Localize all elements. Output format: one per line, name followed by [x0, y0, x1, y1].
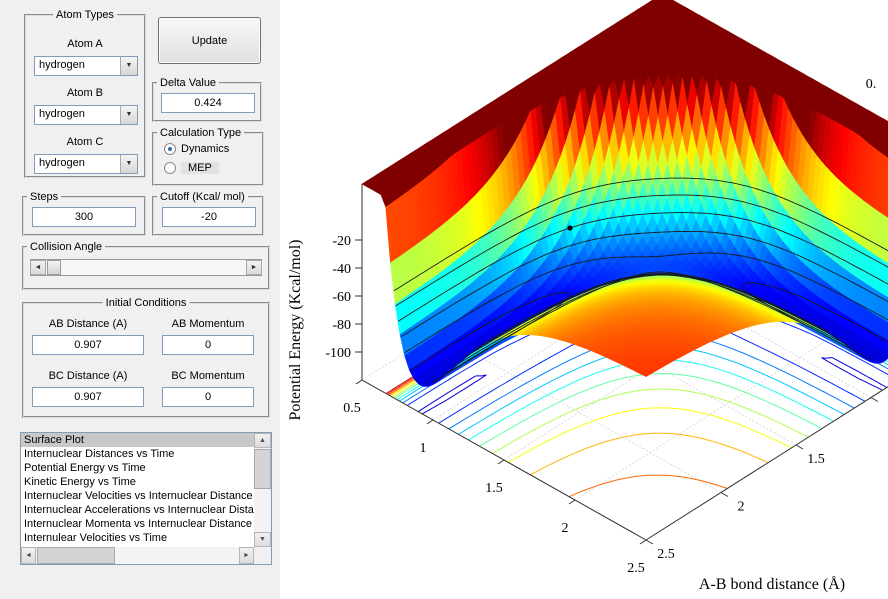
- atom-a-dropdown-arrow-icon[interactable]: ▼: [120, 57, 137, 75]
- ab-distance-label: AB Distance (A): [32, 318, 144, 330]
- list-item[interactable]: Internuclear Distances vs Time: [21, 447, 254, 461]
- svg-text:A-B bond distance (Å): A-B bond distance (Å): [699, 575, 845, 593]
- scroll-right-icon[interactable]: ►: [239, 547, 254, 564]
- svg-text:-40: -40: [332, 262, 351, 277]
- atom-a-select[interactable]: hydrogen ▼: [34, 56, 138, 76]
- mep-radio-label: MEP: [181, 162, 219, 174]
- list-item[interactable]: Internuclear Velocities vs Internuclear …: [21, 489, 254, 503]
- initial-conditions-title: Initial Conditions: [103, 297, 190, 309]
- collision-angle-slider[interactable]: ◄ ►: [30, 259, 262, 276]
- mep-radio[interactable]: MEP: [164, 162, 219, 174]
- atom-types-panel: Atom Types Atom A hydrogen ▼ Atom B hydr…: [24, 14, 146, 178]
- vertical-scrollbar[interactable]: ▲ ▼: [254, 433, 271, 547]
- plot-type-list: Surface Plot Internuclear Distances vs T…: [21, 433, 254, 547]
- delta-value-field[interactable]: 0.424: [161, 93, 255, 113]
- collision-angle-panel: Collision Angle ◄ ►: [22, 246, 270, 290]
- collision-angle-title: Collision Angle: [27, 241, 105, 253]
- svg-text:2.5: 2.5: [657, 547, 675, 562]
- atom-b-value: hydrogen: [39, 108, 85, 120]
- update-button[interactable]: Update: [158, 17, 261, 64]
- steps-panel: Steps 300: [22, 196, 146, 236]
- svg-text:0.: 0.: [866, 77, 877, 92]
- svg-text:-60: -60: [332, 290, 351, 305]
- initial-conditions-panel: Initial Conditions AB Distance (A) AB Mo…: [22, 302, 270, 418]
- dynamics-radio[interactable]: Dynamics: [164, 143, 229, 155]
- cutoff-title: Cutoff (Kcal/ mol): [157, 191, 248, 203]
- steps-field[interactable]: 300: [32, 207, 136, 227]
- svg-text:Potential Energy (Kcal/mol): Potential Energy (Kcal/mol): [287, 240, 304, 421]
- list-item-surface-plot[interactable]: Surface Plot: [21, 433, 254, 447]
- atom-c-dropdown-arrow-icon[interactable]: ▼: [120, 155, 137, 173]
- application-window: { "app": {"bg": "#f0f0f0", "plot_bg": "#…: [0, 0, 888, 599]
- atom-a-label: Atom A: [26, 38, 144, 50]
- bc-momentum-field[interactable]: 0: [162, 387, 254, 407]
- calculation-type-title: Calculation Type: [157, 127, 244, 139]
- scroll-left-icon[interactable]: ◄: [21, 547, 36, 564]
- radio-selected-icon: [164, 143, 176, 155]
- dynamics-radio-label: Dynamics: [181, 143, 229, 155]
- ab-momentum-label: AB Momentum: [162, 318, 254, 330]
- list-item[interactable]: Internulear Velocities vs Time: [21, 531, 254, 545]
- svg-text:2: 2: [738, 500, 745, 515]
- scroll-down-icon[interactable]: ▼: [254, 532, 271, 547]
- atom-c-value: hydrogen: [39, 157, 85, 169]
- delta-value-panel: Delta Value 0.424: [152, 82, 262, 122]
- horizontal-scroll-thumb[interactable]: [37, 547, 115, 564]
- svg-text:1: 1: [420, 441, 427, 456]
- bc-distance-field[interactable]: 0.907: [32, 387, 144, 407]
- svg-text:1.5: 1.5: [485, 481, 503, 496]
- radio-unselected-icon: [164, 162, 176, 174]
- slider-thumb[interactable]: [47, 260, 61, 275]
- atom-b-select[interactable]: hydrogen ▼: [34, 105, 138, 125]
- vertical-scroll-thumb[interactable]: [254, 449, 271, 489]
- delta-value-title: Delta Value: [157, 77, 219, 89]
- svg-text:-80: -80: [332, 318, 351, 333]
- slider-right-arrow-icon[interactable]: ►: [246, 260, 262, 275]
- horizontal-scrollbar[interactable]: ◄ ►: [21, 547, 254, 564]
- steps-title: Steps: [27, 191, 61, 203]
- atom-c-select[interactable]: hydrogen ▼: [34, 154, 138, 174]
- ab-distance-field[interactable]: 0.907: [32, 335, 144, 355]
- bc-distance-label: BC Distance (A): [32, 370, 144, 382]
- list-item[interactable]: Kinetic Energy vs Time: [21, 475, 254, 489]
- svg-text:2.5: 2.5: [627, 561, 645, 576]
- list-item[interactable]: Internuclear Accelerations vs Internucle…: [21, 503, 254, 517]
- atom-types-title: Atom Types: [53, 9, 117, 21]
- plot-type-listbox[interactable]: Surface Plot Internuclear Distances vs T…: [20, 432, 272, 565]
- svg-text:1.5: 1.5: [807, 452, 825, 467]
- svg-text:-20: -20: [332, 234, 351, 249]
- ab-momentum-field[interactable]: 0: [162, 335, 254, 355]
- svg-text:2: 2: [562, 521, 569, 536]
- calculation-type-panel: Calculation Type Dynamics MEP: [152, 132, 264, 186]
- list-item[interactable]: Potential Energy vs Time: [21, 461, 254, 475]
- scroll-up-icon[interactable]: ▲: [254, 433, 271, 448]
- atom-a-value: hydrogen: [39, 59, 85, 71]
- atom-c-label: Atom C: [26, 136, 144, 148]
- cutoff-field[interactable]: -20: [162, 207, 256, 227]
- list-item[interactable]: Internuclear Momenta vs Internuclear Dis…: [21, 517, 254, 531]
- atom-b-label: Atom B: [26, 87, 144, 99]
- cutoff-panel: Cutoff (Kcal/ mol) -20: [152, 196, 264, 236]
- scrollbar-corner: [254, 547, 271, 564]
- bc-momentum-label: BC Momentum: [162, 370, 254, 382]
- svg-text:-100: -100: [325, 346, 351, 361]
- slider-left-arrow-icon[interactable]: ◄: [30, 260, 46, 275]
- svg-text:0.5: 0.5: [343, 401, 361, 416]
- atom-b-dropdown-arrow-icon[interactable]: ▼: [120, 106, 137, 124]
